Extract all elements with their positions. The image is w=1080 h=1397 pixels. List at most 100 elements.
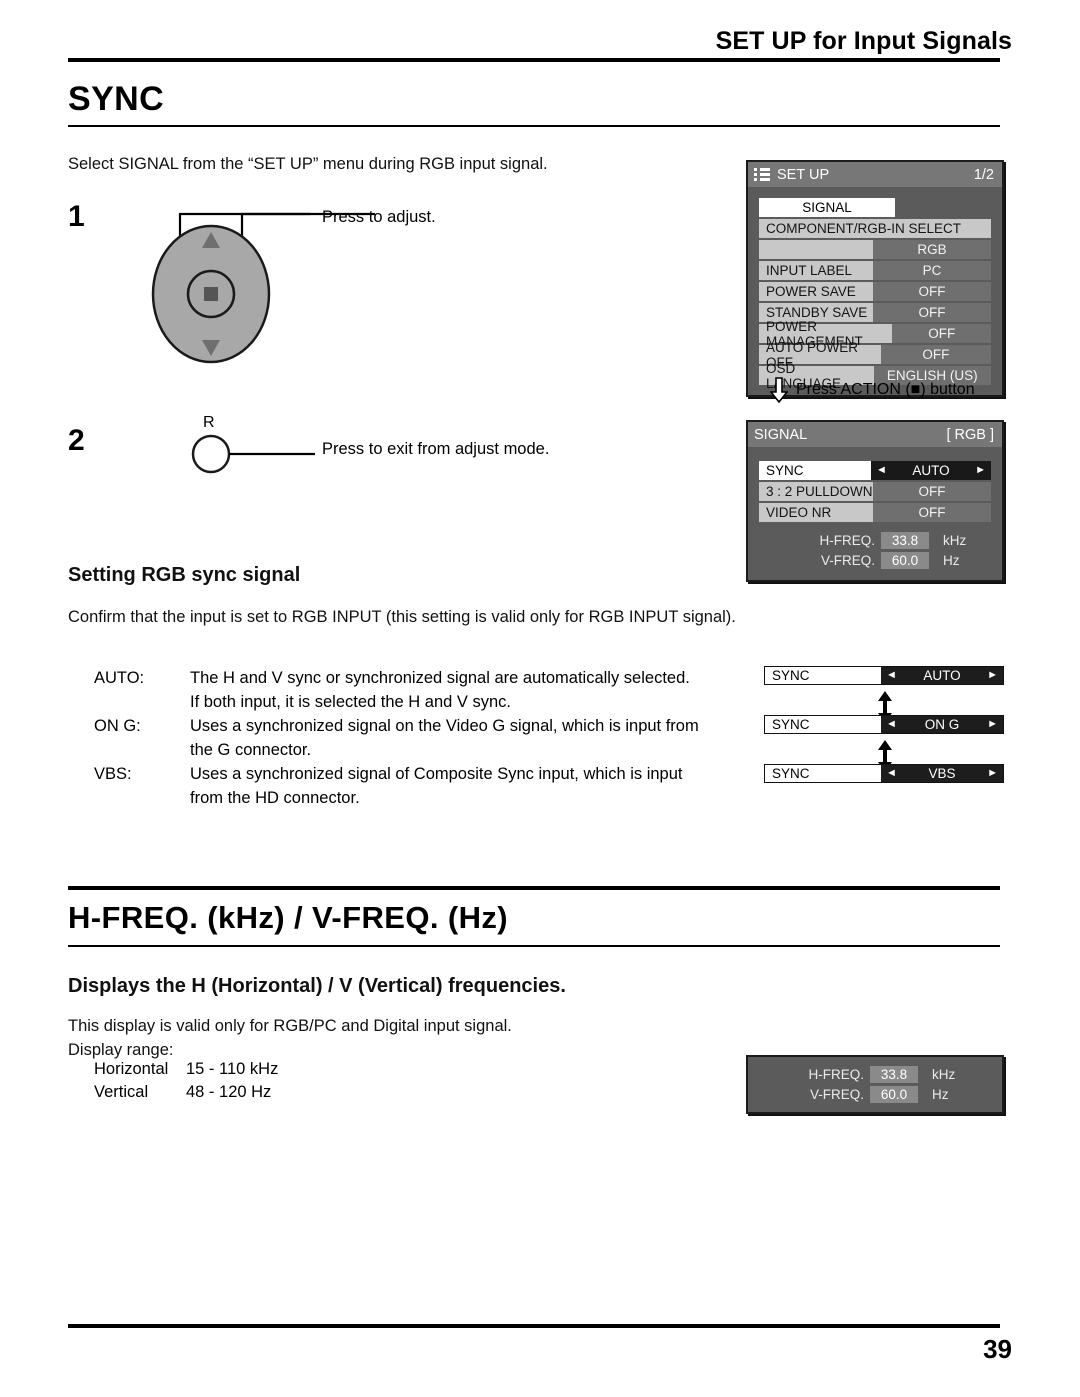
- sync-option-desc-line1: The H and V sync or synchronized signal …: [190, 669, 690, 687]
- signal-row-sync-label: SYNC: [759, 461, 871, 480]
- sync-bar-on-g[interactable]: SYNC ◄ ON G ►: [764, 715, 1004, 734]
- table-row[interactable]: COMPONENT/RGB-IN SELECT: [759, 219, 991, 238]
- signal-vfreq-value: 60.0: [881, 551, 929, 569]
- setup-osd-title: SET UP: [777, 166, 830, 183]
- sync-bar-value-text: AUTO: [923, 668, 961, 683]
- footer-divider: [68, 1324, 1000, 1328]
- table-row[interactable]: 3 : 2 PULLDOWN OFF: [759, 482, 991, 501]
- setup-row-signal[interactable]: SIGNAL: [759, 198, 991, 217]
- page-header-title: SET UP for Input Signals: [715, 27, 1012, 55]
- table-row[interactable]: INPUT LABEL PC: [759, 261, 991, 280]
- left-arrow-icon[interactable]: ◄: [886, 670, 897, 681]
- sync-bar-value[interactable]: ◄ VBS ►: [881, 765, 1003, 782]
- press-action-note: Press ACTION (■) button: [770, 377, 975, 403]
- signal-vfreq-label: V-FREQ.: [820, 552, 875, 568]
- table-row[interactable]: POWER SAVE OFF: [759, 282, 991, 301]
- left-arrow-icon[interactable]: ◄: [876, 465, 887, 476]
- signal-osd-panel[interactable]: SIGNAL [ RGB ] SYNC ◄ AUTO ► 3 : 2 PULLD…: [746, 420, 1004, 582]
- table-row[interactable]: VIDEO NR OFF: [759, 503, 991, 522]
- freq-panel-hfreq-value: 33.8: [870, 1065, 918, 1083]
- sync-option-desc-line2: If both input, it is selected the H and …: [190, 693, 512, 711]
- sync-bar-value[interactable]: ◄ ON G ►: [881, 716, 1003, 733]
- setup-row-value: PC: [873, 261, 991, 280]
- sync-option-key: AUTO:: [94, 669, 145, 687]
- setup-row-label: COMPONENT/RGB-IN SELECT: [759, 219, 991, 238]
- signal-row-sync-value[interactable]: ◄ AUTO ►: [871, 461, 991, 480]
- sync-option-key: ON G:: [94, 717, 141, 735]
- section-sync-underline: [68, 125, 1000, 127]
- header-divider: [68, 58, 1000, 62]
- signal-vfreq-line: V-FREQ. 60.0 Hz: [759, 550, 991, 570]
- signal-osd-title: SIGNAL: [754, 426, 808, 443]
- signal-vfreq-unit: Hz: [943, 552, 960, 568]
- range-value: 15 - 110 kHz: [186, 1060, 279, 1078]
- signal-osd-body: SYNC ◄ AUTO ► 3 : 2 PULLDOWN OFF VIDEO N…: [748, 447, 1002, 580]
- signal-row-value: OFF: [873, 482, 991, 501]
- signal-hfreq-value: 33.8: [881, 531, 929, 549]
- section-title-sync: SYNC: [68, 80, 165, 118]
- sync-option-desc-line1: Uses a synchronized signal of Composite …: [190, 765, 683, 783]
- freq-range-table: Horizontal 15 - 110 kHz Vertical 48 - 12…: [94, 1058, 278, 1104]
- sync-option-key-spacer: [94, 690, 190, 714]
- signal-hfreq-line: H-FREQ. 33.8 kHz: [759, 530, 991, 550]
- signal-row-label: VIDEO NR: [759, 503, 873, 522]
- sync-option-key-spacer: [94, 786, 190, 810]
- right-arrow-icon[interactable]: ►: [987, 768, 998, 779]
- sync-bar-vbs[interactable]: SYNC ◄ VBS ►: [764, 764, 1004, 783]
- step-number-1: 1: [68, 200, 85, 233]
- freq-panel-hfreq-line: H-FREQ. 33.8 kHz: [748, 1064, 1002, 1084]
- table-row: Horizontal 15 - 110 kHz: [94, 1058, 278, 1081]
- setup-row-label: POWER SAVE: [759, 282, 873, 301]
- signal-row-label: 3 : 2 PULLDOWN: [759, 482, 873, 501]
- list-item: ON G: Uses a synchronized signal on the …: [94, 714, 744, 738]
- sync-option-desc-line2: from the HD connector.: [190, 789, 360, 807]
- press-action-text: Press ACTION (■) button: [796, 381, 975, 398]
- navigation-wheel-diagram: [151, 212, 375, 364]
- sync-option-key: VBS:: [94, 765, 132, 783]
- down-arrow-icon: [770, 377, 788, 403]
- setup-row-label: INPUT LABEL: [759, 261, 873, 280]
- sync-options-list: AUTO: The H and V sync or synchronized s…: [94, 666, 744, 810]
- signal-hfreq-label: H-FREQ.: [819, 532, 876, 548]
- range-value: 48 - 120 Hz: [186, 1083, 272, 1101]
- sync-bar-value-text: VBS: [928, 766, 956, 781]
- sync-bar-label: SYNC: [765, 667, 881, 684]
- page-number: 39: [983, 1334, 1012, 1364]
- sync-option-desc-line2: the G connector.: [190, 741, 312, 759]
- signal-osd-input-tag: [ RGB ]: [946, 426, 994, 443]
- sync-bar-label: SYNC: [765, 765, 881, 782]
- range-key: Horizontal: [94, 1060, 169, 1078]
- sync-option-desc-line1: Uses a synchronized signal on the Video …: [190, 717, 699, 735]
- setup-row-signal-label: SIGNAL: [759, 198, 895, 217]
- setup-osd-body: SIGNAL COMPONENT/RGB-IN SELECT RGB INPUT…: [748, 187, 1002, 395]
- setup-row-value: OFF: [873, 282, 991, 301]
- freq-panel-vfreq-unit: Hz: [932, 1086, 949, 1102]
- signal-osd-header: SIGNAL [ RGB ]: [748, 422, 1002, 447]
- right-arrow-icon[interactable]: ►: [975, 465, 986, 476]
- setup-row-label: [759, 240, 873, 259]
- setup-osd-page-indicator: 1/2: [973, 166, 994, 183]
- sync-bar-value[interactable]: ◄ AUTO ►: [881, 667, 1003, 684]
- rgb-sync-paragraph: Confirm that the input is set to RGB INP…: [68, 608, 736, 626]
- sync-bar-value-text: ON G: [924, 717, 960, 732]
- freq-panel-vfreq-line: V-FREQ. 60.0 Hz: [748, 1084, 1002, 1104]
- sync-option-key-spacer: [94, 738, 190, 762]
- sync-intro-text: Select SIGNAL from the “SET UP” menu dur…: [68, 155, 548, 173]
- setup-osd-panel[interactable]: SET UP 1/2 SIGNAL COMPONENT/RGB-IN SELEC…: [746, 160, 1004, 397]
- left-arrow-icon[interactable]: ◄: [886, 719, 897, 730]
- section2-underline: [68, 945, 1000, 947]
- signal-row-value: OFF: [873, 503, 991, 522]
- table-row: Vertical 48 - 120 Hz: [94, 1081, 278, 1104]
- list-item: AUTO: The H and V sync or synchronized s…: [94, 666, 744, 690]
- sync-bar-auto[interactable]: SYNC ◄ AUTO ►: [764, 666, 1004, 685]
- manual-page: SET UP for Input Signals SYNC Select SIG…: [0, 0, 1080, 1397]
- freq-subtitle: Displays the H (Horizontal) / V (Vertica…: [68, 975, 566, 997]
- list-item: the G connector.: [94, 738, 744, 762]
- frequency-osd-panel: H-FREQ. 33.8 kHz V-FREQ. 60.0 Hz: [746, 1055, 1004, 1114]
- signal-row-sync[interactable]: SYNC ◄ AUTO ►: [759, 461, 991, 480]
- right-arrow-icon[interactable]: ►: [987, 719, 998, 730]
- step-2-callout: Press to exit from adjust mode.: [322, 440, 550, 458]
- left-arrow-icon[interactable]: ◄: [886, 768, 897, 779]
- right-arrow-icon[interactable]: ►: [987, 670, 998, 681]
- table-row[interactable]: RGB: [759, 240, 991, 259]
